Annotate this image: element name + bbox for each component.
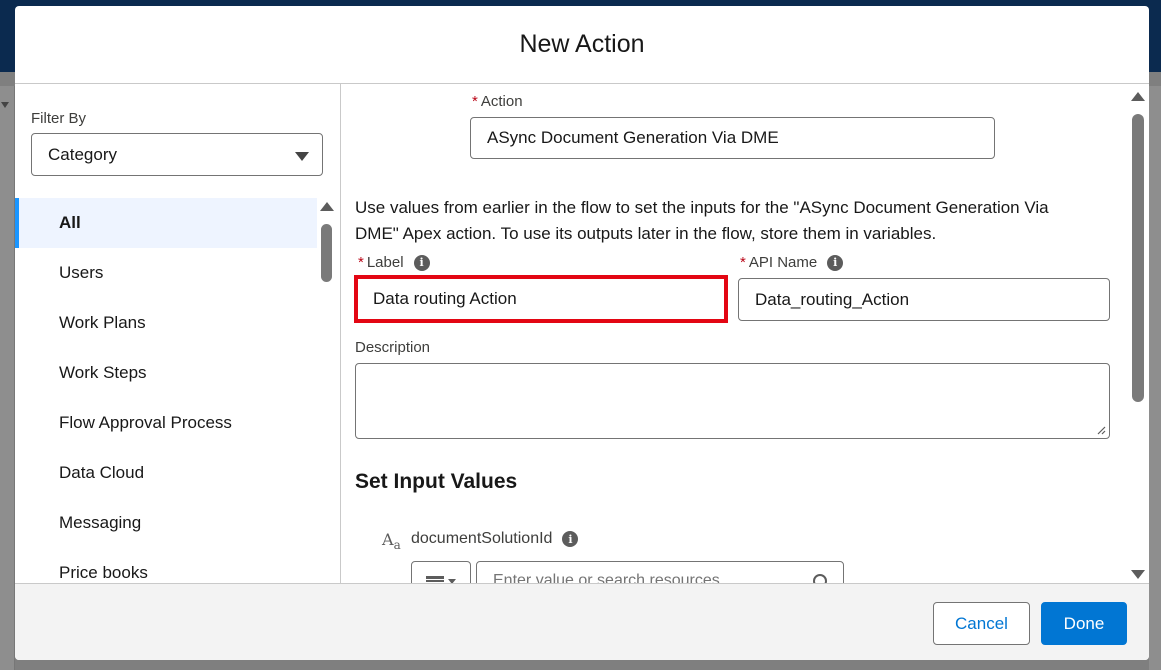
api-name-field-label: * API Name i	[740, 254, 844, 271]
category-scrollbar-thumb[interactable]	[321, 224, 332, 282]
background-right-strip	[1149, 86, 1161, 670]
param-name-text: documentSolutionId	[411, 530, 553, 547]
done-button[interactable]: Done	[1041, 602, 1127, 645]
required-marker: *	[358, 254, 364, 271]
set-input-values-heading: Set Input Values	[355, 470, 518, 493]
description-label-text: Description	[355, 339, 431, 356]
label-field-label: * Label i	[358, 254, 430, 271]
new-action-modal: New Action Filter By Category All Users …	[15, 6, 1149, 660]
resource-stack-icon	[426, 576, 444, 583]
filter-by-selected-value: Category	[48, 144, 117, 164]
resource-type-picker[interactable]	[411, 561, 471, 583]
category-item-messaging[interactable]: Messaging	[15, 498, 317, 548]
cancel-button[interactable]: Cancel	[933, 602, 1030, 645]
category-item-label: All	[59, 213, 81, 232]
modal-header: New Action	[15, 6, 1149, 84]
category-list: All Users Work Plans Work Steps Flow App…	[15, 198, 317, 583]
category-item-price-books[interactable]: Price books	[15, 548, 317, 583]
scroll-down-icon[interactable]	[1131, 570, 1145, 579]
modal-footer: Cancel Done	[15, 583, 1149, 660]
document-solution-id-label: documentSolutionId i	[411, 530, 579, 548]
resource-search-input[interactable]: Enter value or search resources...	[476, 561, 844, 583]
chevron-down-icon	[295, 152, 309, 161]
action-field-label: * Action	[472, 93, 523, 110]
category-item-work-plans[interactable]: Work Plans	[15, 298, 317, 348]
action-input[interactable]: ASync Document Generation Via DME	[470, 117, 995, 159]
info-icon[interactable]: i	[413, 254, 430, 271]
modal-body: Filter By Category All Users Work Plans …	[15, 84, 1149, 583]
description-field-label: Description	[355, 339, 430, 356]
background-left-strip	[0, 86, 15, 670]
category-item-label: Price books	[59, 563, 148, 582]
info-icon[interactable]: i	[827, 254, 844, 271]
filter-by-select[interactable]: Category	[31, 133, 323, 176]
category-item-users[interactable]: Users	[15, 248, 317, 298]
action-input-value: ASync Document Generation Via DME	[487, 128, 779, 147]
category-item-label: Users	[59, 263, 104, 282]
category-item-label: Flow Approval Process	[59, 413, 232, 432]
api-name-label-text: API Name	[748, 254, 818, 271]
action-form-panel: * Action ASync Document Generation Via D…	[341, 84, 1149, 583]
filter-by-label: Filter By	[31, 110, 87, 127]
category-item-label: Data Cloud	[59, 463, 145, 482]
modal-title: New Action	[519, 30, 645, 58]
api-name-input-value: Data_routing_Action	[755, 289, 910, 309]
category-item-work-steps[interactable]: Work Steps	[15, 348, 317, 398]
action-help-text: Use values from earlier in the flow to s…	[355, 198, 1049, 243]
action-label-text: Action	[480, 93, 523, 110]
label-label-text: Label	[366, 254, 404, 271]
search-icon	[813, 574, 827, 583]
label-input-highlight	[354, 275, 728, 323]
category-item-label: Work Plans	[59, 313, 146, 332]
text-type-icon: Aa	[382, 530, 401, 553]
form-scrollbar[interactable]	[1127, 90, 1149, 583]
info-icon[interactable]: i	[562, 531, 579, 547]
scroll-up-icon[interactable]	[1131, 92, 1145, 101]
resource-search-placeholder: Enter value or search resources...	[493, 572, 734, 583]
form-scrollbar-thumb[interactable]	[1132, 114, 1144, 402]
api-name-input[interactable]: Data_routing_Action	[738, 278, 1110, 321]
category-item-all[interactable]: All	[15, 198, 317, 248]
background-caret-icon	[1, 102, 9, 108]
resize-grip-icon[interactable]	[1096, 425, 1106, 435]
category-item-label: Work Steps	[59, 363, 147, 382]
category-panel: Filter By Category All Users Work Plans …	[15, 84, 341, 583]
category-scrollbar[interactable]	[319, 202, 335, 583]
description-textarea[interactable]	[355, 363, 1110, 439]
category-item-flow-approval-process[interactable]: Flow Approval Process	[15, 398, 317, 448]
required-marker: *	[472, 93, 478, 110]
category-item-label: Messaging	[59, 513, 142, 532]
required-marker: *	[740, 254, 746, 271]
scroll-up-icon[interactable]	[320, 202, 334, 211]
category-item-data-cloud[interactable]: Data Cloud	[15, 448, 317, 498]
